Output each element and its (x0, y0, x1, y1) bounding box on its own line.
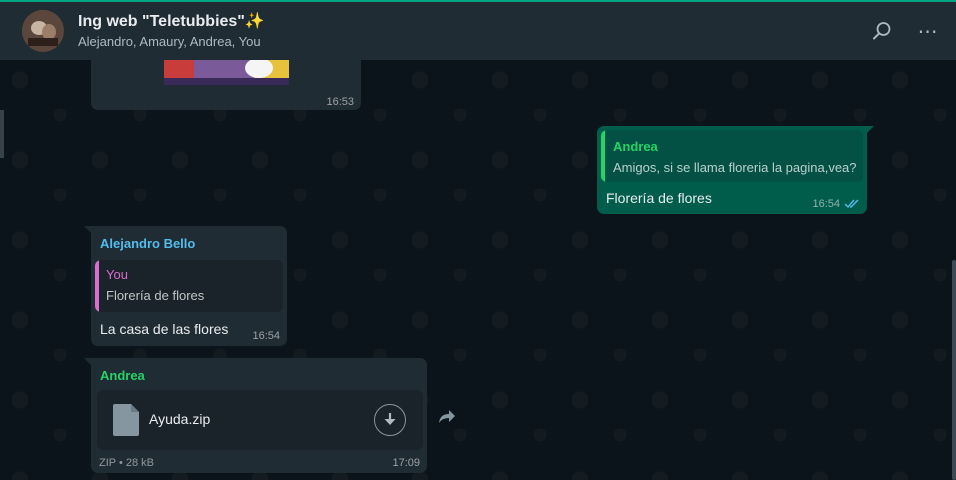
cartoon-image (164, 60, 289, 85)
file-name: Ayuda.zip (149, 411, 211, 427)
sender-name[interactable]: Alejandro Bello (100, 236, 195, 251)
incoming-message[interactable]: Alejandro Bello You Florería de flores L… (84, 226, 287, 346)
file-icon (113, 404, 139, 436)
quote-author: You (106, 267, 128, 282)
search-button[interactable] (870, 19, 894, 43)
bubble-tail (84, 358, 93, 367)
message-list[interactable]: 16:53 Andrea Amigos, si se llama floreri… (0, 60, 956, 480)
chat-title: Ing web "Teletubbies"✨ (78, 12, 265, 30)
group-avatar[interactable] (22, 10, 64, 52)
file-attachment[interactable]: Ayuda.zip (97, 390, 423, 450)
message-time: 16:54 (812, 198, 840, 210)
message-time: 16:53 (326, 96, 354, 108)
message-time: 16:54 (252, 330, 280, 342)
bubble-tail (865, 126, 874, 135)
download-icon (384, 413, 396, 425)
more-options-icon: ⋯ (917, 20, 939, 43)
image-thumbnail[interactable] (164, 60, 289, 85)
quote-bar (95, 260, 99, 312)
chat-info[interactable]: Ing web "Teletubbies"✨ Alejandro, Amaury… (78, 12, 870, 51)
quoted-message[interactable]: Andrea Amigos, si se llama floreria la p… (601, 130, 863, 182)
quote-text: Florería de flores (106, 288, 205, 303)
read-receipt-icon (844, 199, 859, 209)
scrollbar[interactable] (952, 260, 956, 480)
quoted-message[interactable]: You Florería de flores (95, 260, 283, 312)
bubble-tail (84, 226, 93, 235)
quote-bar (601, 130, 605, 182)
outgoing-message[interactable]: Andrea Amigos, si se llama floreria la p… (597, 126, 874, 214)
download-button[interactable] (374, 404, 406, 436)
avatar-image (22, 10, 64, 52)
message-time: 17:09 (392, 457, 420, 469)
image-message[interactable]: 16:53 (91, 60, 361, 110)
left-edge-marker (0, 110, 4, 158)
quote-text: Amigos, si se llama floreria la pagina,v… (613, 160, 857, 175)
forward-button[interactable] (436, 405, 458, 427)
message-text: Florería de flores (606, 190, 712, 206)
file-meta: ZIP • 28 kB (99, 457, 155, 469)
message-text: La casa de las flores (100, 321, 229, 337)
sender-name[interactable]: Andrea (100, 368, 145, 383)
chat-participants: Alejandro, Amaury, Andrea, You (78, 33, 261, 49)
more-options-button[interactable]: ⋯ (916, 19, 940, 43)
chat-header: Ing web "Teletubbies"✨ Alejandro, Amaury… (0, 0, 956, 60)
quote-author: Andrea (613, 139, 658, 154)
file-message[interactable]: Andrea Ayuda.zip ZIP • 28 kB 17:09 (84, 358, 427, 473)
forward-icon (439, 410, 455, 423)
search-icon (873, 22, 891, 40)
